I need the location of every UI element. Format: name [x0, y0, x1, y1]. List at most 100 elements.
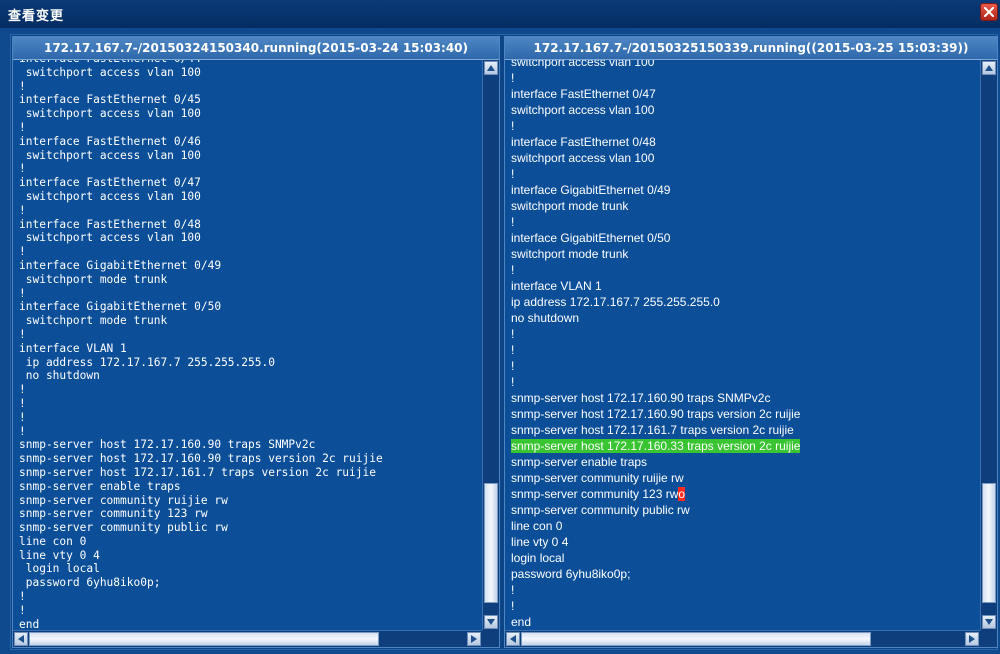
left-config-line: switchport mode trunk: [19, 314, 168, 328]
left-config-line: snmp-server enable traps: [19, 479, 181, 493]
left-config-line: snmp-server host 172.17.161.7 traps vers…: [19, 465, 376, 479]
left-config-line: interface GigabitEthernet 0/49: [19, 258, 222, 272]
left-config-line: !: [19, 120, 26, 134]
right-config-line: !: [511, 583, 515, 597]
right-config-line: !: [511, 215, 515, 229]
right-config-line: switchport access vlan 100: [511, 60, 655, 69]
right-config-line: password 6yhu8iko0p;: [511, 567, 631, 581]
left-vertical-scrollbar[interactable]: [482, 60, 499, 630]
right-pane: 172.17.167.7-/20150325150339.running((20…: [504, 36, 998, 648]
right-vertical-scrollbar[interactable]: [980, 60, 997, 630]
window-title: 查看变更: [8, 9, 65, 24]
right-config-line: snmp-server host 172.17.160.90 traps SNM…: [511, 391, 771, 405]
right-config-line: switchport access vlan 100: [511, 151, 655, 165]
right-config-line: snmp-server community ruijie rw: [511, 471, 684, 485]
close-button[interactable]: [980, 3, 998, 21]
added-line-highlight: snmp-server host 172.17.160.33 traps ver…: [511, 439, 801, 453]
right-config-line: !: [511, 71, 515, 85]
right-config-line: snmp-server community 123 rwo: [511, 486, 800, 502]
right-config-line: switchport access vlan 100: [511, 103, 655, 117]
left-config-line: interface FastEthernet 0/48: [19, 217, 201, 231]
right-config-line: snmp-server enable traps: [511, 455, 648, 469]
left-horizontal-scrollbar[interactable]: [13, 630, 482, 647]
right-config-line: line vty 0 4: [511, 535, 569, 549]
left-config-line: password 6yhu8iko0p;: [19, 576, 161, 590]
left-config-line: no shutdown: [19, 369, 100, 383]
right-config-line: interface FastEthernet 0/47: [511, 87, 656, 101]
right-config-line: !: [511, 119, 515, 133]
right-scroll-left-button[interactable]: [506, 632, 520, 646]
right-config-line: !: [511, 167, 515, 181]
left-config-line: snmp-server host 172.17.160.90 traps SNM…: [19, 438, 316, 452]
left-config-line: ip address 172.17.167.7 255.255.255.0: [19, 355, 275, 369]
right-config-line: end: [511, 615, 532, 629]
left-config-line: switchport access vlan 100: [19, 65, 201, 79]
right-horizontal-scrollbar[interactable]: [505, 630, 980, 647]
arrow-left-icon: [18, 635, 24, 643]
left-horizontal-scroll-thumb[interactable]: [29, 632, 379, 646]
left-scroll-left-button[interactable]: [14, 632, 28, 646]
left-config-lines: interface FastEthernet 0/44 switchport a…: [19, 60, 383, 630]
left-config-line: snmp-server community 123 rw: [19, 507, 208, 521]
right-config-line: login local: [511, 551, 565, 565]
arrow-up-icon: [487, 65, 495, 71]
right-scroll-down-button[interactable]: [982, 615, 996, 629]
right-config-line: !: [511, 599, 515, 613]
right-config-line: interface GigabitEthernet 0/49: [511, 183, 671, 197]
right-config-line: no shutdown: [511, 311, 580, 325]
left-config-line: switchport access vlan 100: [19, 231, 201, 245]
left-config-line: !: [19, 162, 26, 176]
right-pane-header: 172.17.167.7-/20150325150339.running((20…: [505, 37, 997, 60]
left-config-line: interface FastEthernet 0/45: [19, 93, 201, 107]
left-config-line: switchport access vlan 100: [19, 189, 201, 203]
right-config-line: switchport mode trunk: [511, 247, 629, 261]
arrow-up-icon: [985, 65, 993, 71]
arrow-down-icon: [487, 619, 495, 625]
left-config-line: interface FastEthernet 0/47: [19, 176, 201, 190]
left-config-line: !: [19, 79, 26, 93]
left-vertical-scroll-thumb[interactable]: [484, 483, 498, 604]
right-config-line: interface VLAN 1: [511, 279, 602, 293]
left-config-line: switchport mode trunk: [19, 272, 168, 286]
left-scroll-up-button[interactable]: [484, 61, 498, 75]
right-config-line: snmp-server community public rw: [511, 503, 690, 517]
left-config-line: snmp-server community ruijie rw: [19, 493, 228, 507]
left-pane-content[interactable]: interface FastEthernet 0/44 switchport a…: [13, 60, 482, 630]
right-config-lines: switchport access vlan 100! interface Fas…: [511, 60, 801, 630]
left-config-line: !: [19, 286, 26, 300]
left-config-line: line con 0: [19, 534, 87, 548]
arrow-right-icon: [471, 635, 477, 643]
right-config-line: snmp-server host 172.17.160.90 traps ver…: [511, 407, 801, 421]
right-vertical-scroll-thumb[interactable]: [982, 483, 996, 604]
right-config-line: snmp-server host 172.17.161.7 traps vers…: [511, 423, 794, 437]
right-config-line: switchport mode trunk: [511, 199, 629, 213]
right-scroll-right-button[interactable]: [965, 632, 979, 646]
left-config-line: login local: [19, 562, 100, 576]
left-config-line: line vty 0 4: [19, 548, 100, 562]
left-scroll-right-button[interactable]: [467, 632, 481, 646]
left-config-line: !: [19, 424, 26, 438]
right-pane-content[interactable]: switchport access vlan 100! interface Fas…: [505, 60, 980, 630]
right-scroll-up-button[interactable]: [982, 61, 996, 75]
right-config-line: !: [511, 327, 515, 341]
left-config-line: !: [19, 603, 26, 617]
right-config-line: line con 0: [511, 519, 563, 533]
arrow-left-icon: [510, 635, 516, 643]
left-pane-header: 172.17.167.7-/20150324150340.running(201…: [13, 37, 499, 60]
left-config-line: snmp-server community public rw: [19, 521, 228, 535]
right-horizontal-scroll-thumb[interactable]: [521, 632, 871, 646]
right-config-line: !: [511, 263, 515, 277]
left-scroll-corner: [482, 630, 499, 647]
close-icon: [984, 7, 994, 17]
arrow-down-icon: [985, 619, 993, 625]
left-config-line: !: [19, 410, 26, 424]
left-scroll-down-button[interactable]: [484, 615, 498, 629]
left-config-line: end: [19, 617, 40, 630]
left-config-line: !: [19, 327, 26, 341]
right-config-line: !: [511, 375, 515, 389]
title-bar: 查看变更: [0, 0, 1000, 28]
left-config-line: !: [19, 203, 26, 217]
right-config-line: !: [511, 343, 515, 357]
right-config-line: !: [511, 359, 515, 373]
left-config-line: interface VLAN 1: [19, 341, 127, 355]
